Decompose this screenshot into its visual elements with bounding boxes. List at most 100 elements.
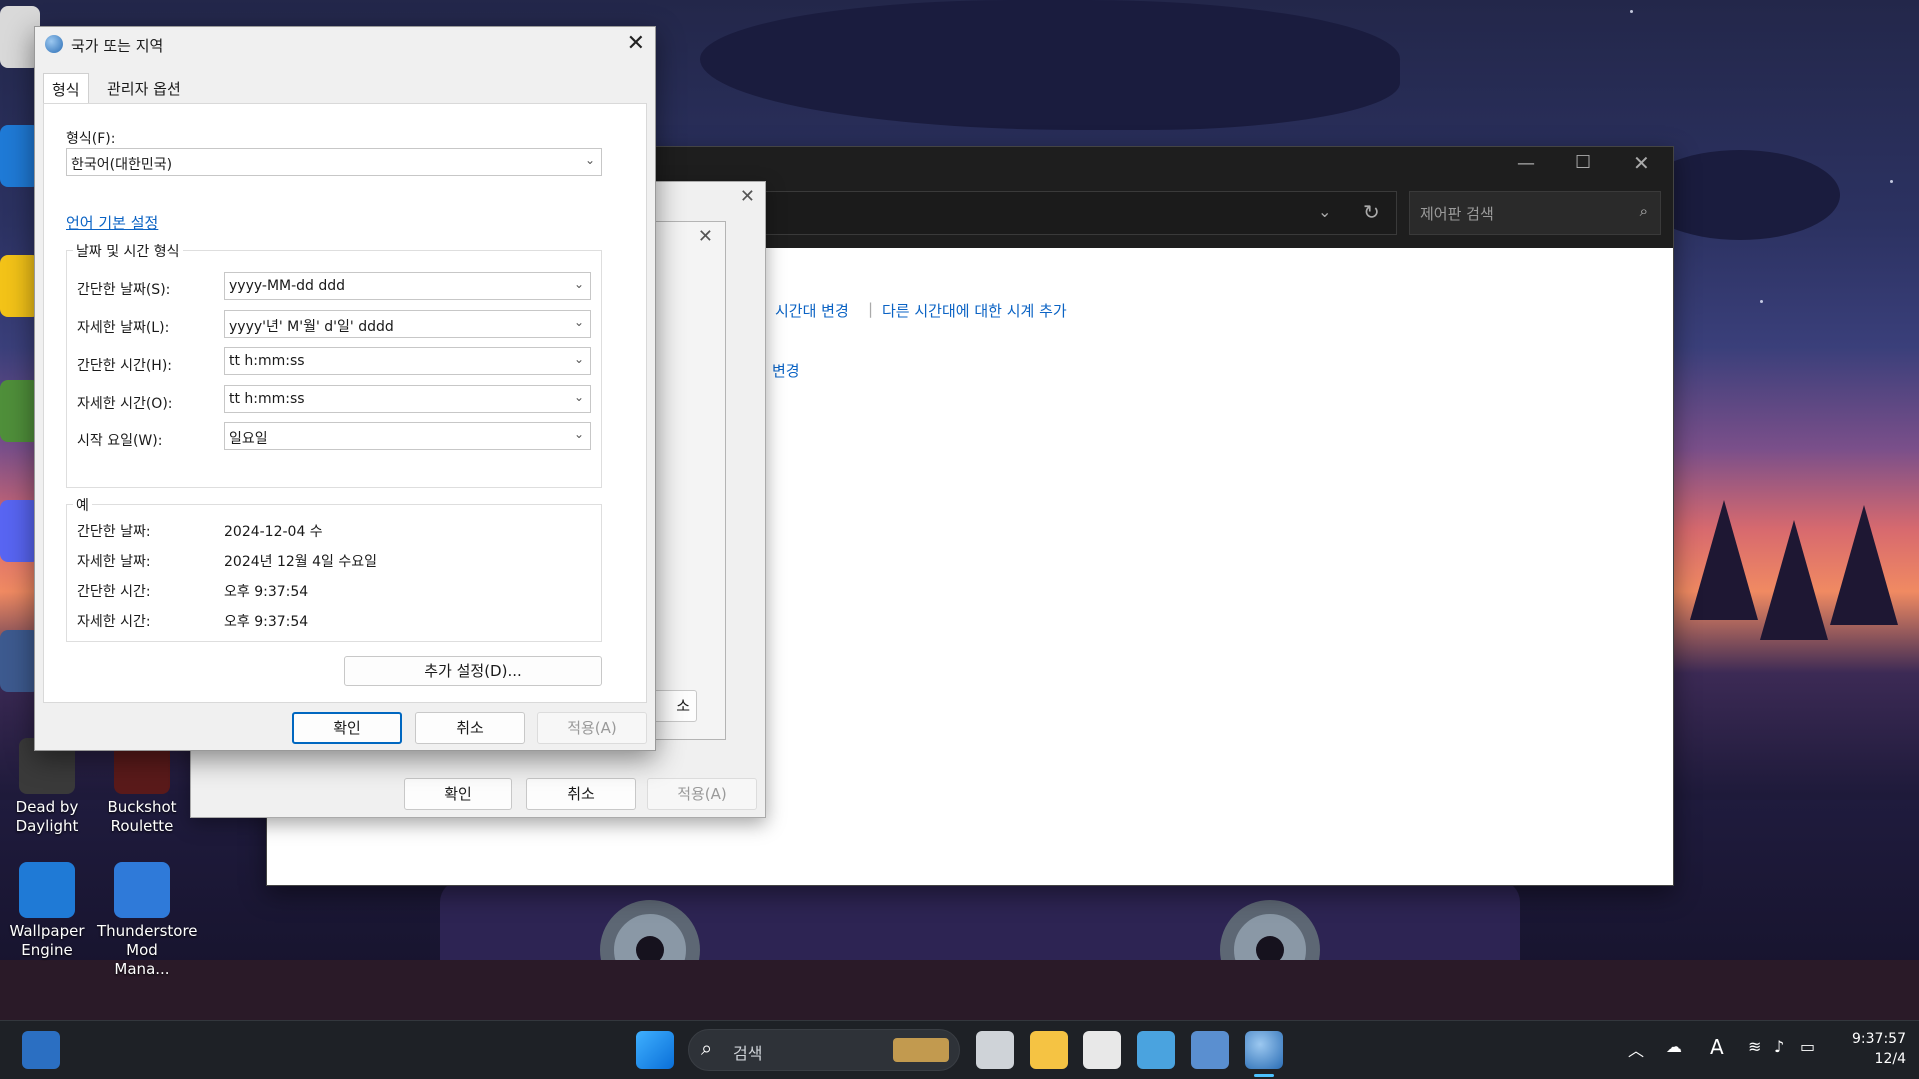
first-day-select[interactable]: 일요일 ⌄ [224, 422, 591, 450]
apply-button[interactable]: 적용(A) [537, 712, 647, 744]
row-label: 시작 요일(W): [77, 433, 163, 449]
desktop-icon-thunderstore[interactable]: Thunderstore Mod Mana... [97, 862, 198, 979]
search-label: 검색 [733, 1044, 763, 1063]
microsoft-store-icon[interactable] [1083, 1031, 1121, 1069]
long-date-value: yyyy'년' M'월' d'일' dddd [229, 319, 394, 335]
desktop-icon-label: Dead by Daylight [15, 798, 79, 835]
search-placeholder: 제어판 검색 [1420, 205, 1494, 223]
link-change-timezone[interactable]: 시간대 변경 [775, 300, 849, 321]
short-date-value: yyyy-MM-dd ddd [229, 278, 346, 294]
link-change[interactable]: 변경 [772, 360, 800, 381]
clock-date: 12/4 [1874, 1051, 1906, 1067]
chevron-down-icon: ⌄ [573, 427, 584, 441]
example-label: 자세한 시간: [77, 614, 151, 630]
short-time-select[interactable]: tt h:mm:ss ⌄ [224, 347, 591, 375]
apply-button[interactable]: 적용(A) [647, 778, 757, 810]
maximize-icon[interactable]: ☐ [1575, 152, 1591, 173]
chevron-down-icon: ⌄ [573, 277, 584, 291]
region-dialog: 국가 또는 지역 ✕ 형식 관리자 옵션 형식(F): 한국어(대한민국) ⌄ … [34, 26, 656, 751]
example-label: 자세한 날짜: [77, 554, 151, 570]
language-preferences-link[interactable]: 언어 기본 설정 [66, 212, 158, 233]
desktop-icon-wallpaper-engine[interactable]: Wallpaper Engine [2, 862, 92, 960]
cloud-icon[interactable]: ☁ [1666, 1037, 1682, 1056]
tree [1830, 505, 1898, 625]
star [1630, 10, 1633, 13]
globe-icon [45, 35, 63, 53]
tree [1760, 520, 1828, 640]
chevron-down-icon: ⌄ [584, 153, 595, 167]
dialog-title: 국가 또는 지역 [71, 37, 164, 55]
control-panel-icon[interactable] [1137, 1031, 1175, 1069]
link-add-clock[interactable]: 다른 시간대에 대한 시계 추가 [882, 300, 1067, 321]
cancel-button[interactable]: 취소 [526, 778, 636, 810]
chevron-up-icon[interactable]: ︿ [1628, 1037, 1644, 1061]
active-indicator [1254, 1074, 1274, 1077]
long-date-select[interactable]: yyyy'년' M'월' d'일' dddd ⌄ [224, 310, 591, 338]
long-time-select[interactable]: tt h:mm:ss ⌄ [224, 385, 591, 413]
row-label: 간단한 시간(H): [77, 358, 173, 374]
tab-format[interactable]: 형식 [43, 73, 89, 105]
search-icon: ⌕ [1639, 202, 1648, 220]
close-icon[interactable]: ✕ [698, 226, 713, 247]
wallpaper-engine-icon [19, 862, 75, 918]
tree [1690, 500, 1758, 620]
chevron-down-icon[interactable]: ⌄ [1318, 202, 1331, 221]
task-view-icon[interactable] [976, 1031, 1014, 1069]
example-value: 2024-12-04 수 [224, 524, 323, 540]
search-icon: ⌕ [701, 1036, 713, 1060]
taskbar: ⌕ 검색 ︿ ☁ A ≋ ♪ ▭ 9:37:57 12/4 [0, 1020, 1919, 1079]
control-panel-search-input[interactable]: 제어판 검색 ⌕ [1409, 191, 1661, 235]
first-day-value: 일요일 [229, 431, 268, 447]
row-label: 간단한 날짜(S): [77, 282, 171, 298]
tab-panel: 형식(F): 한국어(대한민국) ⌄ 언어 기본 설정 날짜 및 시간 형식 간… [43, 103, 647, 703]
widgets-icon[interactable] [22, 1031, 60, 1069]
example-label: 간단한 시간: [77, 584, 151, 600]
taskbar-search[interactable]: ⌕ 검색 [688, 1029, 960, 1071]
desktop-icon-dead-by-daylight[interactable]: Dead by Daylight [2, 738, 92, 836]
example-group: 예 간단한 날짜: 2024-12-04 수 자세한 날짜: 2024년 12월… [66, 495, 602, 642]
desktop-icon-label: Wallpaper Engine [9, 922, 85, 959]
search-highlight-icon [893, 1038, 949, 1062]
chevron-down-icon: ⌄ [573, 315, 584, 329]
close-icon[interactable]: ✕ [1633, 151, 1650, 175]
clock[interactable]: 9:37:57 12/4 [1840, 1029, 1906, 1069]
close-icon[interactable]: ✕ [740, 186, 755, 207]
ime-indicator[interactable]: A [1710, 1035, 1724, 1059]
cancel-button[interactable]: 취소 [415, 712, 525, 744]
example-label: 간단한 날짜: [77, 524, 151, 540]
star [1760, 300, 1763, 303]
desktop-icon-label: Thunderstore Mod Mana... [97, 922, 198, 978]
short-date-select[interactable]: yyyy-MM-dd ddd ⌄ [224, 272, 591, 300]
road [0, 960, 1919, 1020]
minimize-icon[interactable]: — [1517, 153, 1535, 174]
ok-button[interactable]: 확인 [404, 778, 512, 810]
example-value: 2024년 12월 4일 수요일 [224, 554, 377, 570]
row-label: 자세한 시간(O): [77, 396, 173, 412]
wifi-icon[interactable]: ≋ [1748, 1037, 1761, 1056]
format-label: 형식(F): [66, 131, 116, 147]
ok-button[interactable]: 확인 [292, 712, 402, 744]
close-icon[interactable]: ✕ [627, 31, 645, 56]
refresh-icon[interactable]: ↻ [1363, 200, 1380, 224]
start-icon[interactable] [636, 1031, 674, 1069]
date-time-icon[interactable] [1191, 1031, 1229, 1069]
example-value: 오후 9:37:54 [224, 614, 309, 630]
desktop-icon-label: Buckshot Roulette [107, 798, 177, 835]
format-select[interactable]: 한국어(대한민국) ⌄ [66, 148, 602, 176]
datetime-format-group: 날짜 및 시간 형식 간단한 날짜(S): yyyy-MM-dd ddd ⌄ 자… [66, 241, 602, 488]
format-value: 한국어(대한민국) [71, 157, 173, 173]
chevron-down-icon: ⌄ [573, 352, 584, 366]
row-label: 자세한 날짜(L): [77, 320, 170, 336]
orca-illustration [700, 0, 1400, 130]
tab-admin-options[interactable]: 관리자 옵션 [99, 73, 189, 103]
file-explorer-icon[interactable] [1030, 1031, 1068, 1069]
example-value: 오후 9:37:54 [224, 584, 309, 600]
desktop-icon-buckshot-roulette[interactable]: Buckshot Roulette [97, 738, 187, 836]
battery-icon[interactable]: ▭ [1800, 1037, 1815, 1056]
region-globe-icon[interactable] [1245, 1031, 1283, 1069]
link-separator: | [868, 300, 874, 318]
short-time-value: tt h:mm:ss [229, 353, 305, 369]
additional-settings-button[interactable]: 추가 설정(D)... [344, 656, 602, 686]
volume-icon[interactable]: ♪ [1774, 1037, 1784, 1056]
group-title: 예 [73, 495, 92, 515]
